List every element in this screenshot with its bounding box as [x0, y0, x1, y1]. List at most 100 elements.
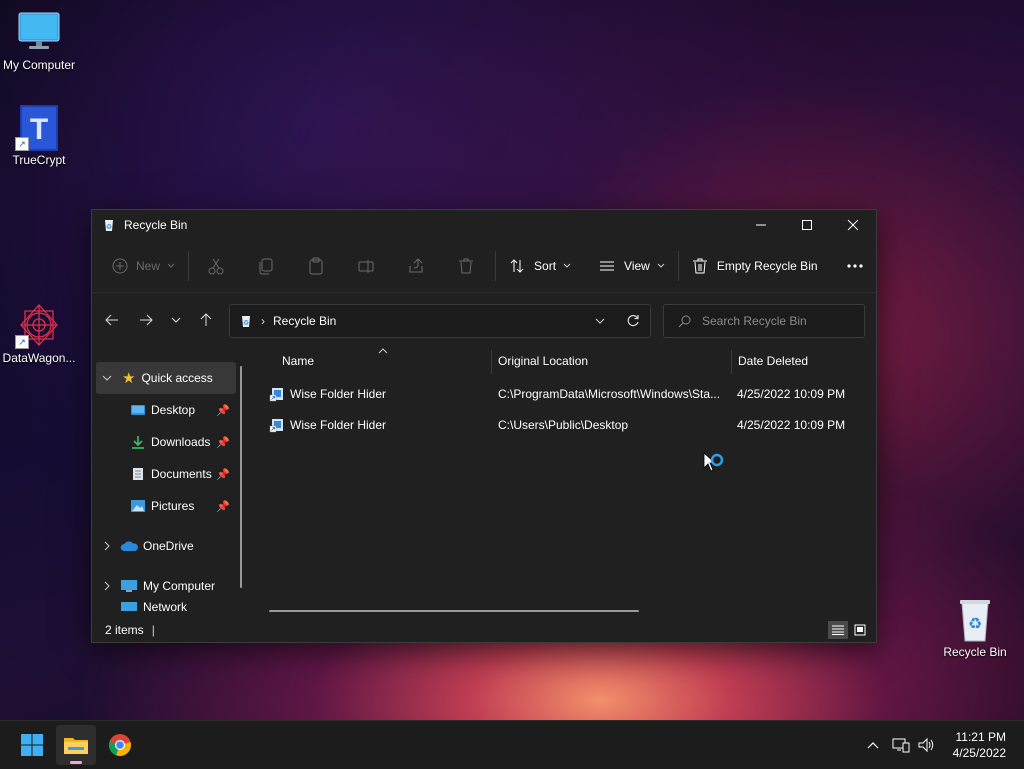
volume-tray-button[interactable]	[914, 721, 940, 769]
desktop-icon-label: TrueCrypt	[12, 153, 66, 167]
pin-icon[interactable]: 📌	[216, 468, 230, 481]
desktop-icon-my-computer[interactable]: My Computer	[0, 10, 81, 72]
maximize-button[interactable]	[784, 210, 830, 240]
new-label: New	[136, 259, 161, 273]
title-bar[interactable]: ♻ Recycle Bin	[92, 210, 876, 240]
tiles-view-icon	[854, 624, 866, 636]
column-divider[interactable]	[731, 350, 732, 374]
details-view-button[interactable]	[828, 621, 848, 639]
new-button[interactable]: New	[106, 250, 182, 282]
search-placeholder: Search Recycle Bin	[702, 314, 807, 328]
sidebar-item-label: OneDrive	[143, 539, 194, 553]
copy-button[interactable]	[251, 250, 281, 282]
clock-date: 4/25/2022	[952, 746, 1006, 760]
column-divider[interactable]	[491, 350, 492, 374]
up-button[interactable]	[190, 304, 222, 336]
desktop-icon-datawagon[interactable]: ↗ DataWagon...	[0, 303, 81, 365]
show-hidden-icons-button[interactable]	[860, 721, 886, 769]
sidebar-item-documents[interactable]: Documents 📌	[92, 458, 244, 490]
breadcrumb[interactable]: Recycle Bin	[273, 314, 336, 328]
arrow-left-icon	[105, 314, 118, 326]
chevron-down-icon	[657, 263, 665, 268]
close-button[interactable]	[830, 210, 876, 240]
speaker-icon	[918, 737, 934, 753]
file-list: Name Original Location Date Deleted Wise…	[252, 346, 872, 616]
minimize-button[interactable]	[738, 210, 784, 240]
back-button[interactable]	[96, 304, 128, 336]
sidebar-scrollbar[interactable]	[240, 366, 242, 588]
file-original-location: C:\Users\Public\Desktop	[498, 417, 629, 432]
column-header-name[interactable]: Name	[282, 354, 314, 368]
desktop-icon-truecrypt[interactable]: T ↗ TrueCrypt	[0, 105, 81, 167]
shortcut-arrow-icon: ↗	[15, 137, 29, 151]
rename-button[interactable]	[351, 250, 381, 282]
pin-icon[interactable]: 📌	[216, 404, 230, 417]
start-button[interactable]	[12, 725, 52, 765]
navigation-pane: ★ Quick access Desktop 📌 Downloads 📌 Doc…	[92, 362, 244, 620]
pin-icon[interactable]: 📌	[216, 500, 230, 513]
horizontal-scrollbar[interactable]	[269, 610, 639, 612]
rename-icon	[358, 260, 374, 273]
address-bar[interactable]: ♻ › Recycle Bin	[229, 304, 651, 338]
chrome-icon	[108, 734, 131, 757]
file-date-deleted: 4/25/2022 10:09 PM	[737, 417, 846, 432]
column-header-original-location[interactable]: Original Location	[498, 354, 588, 368]
network-tray-button[interactable]	[888, 721, 914, 769]
paste-icon	[309, 257, 323, 275]
table-row[interactable]: Wise Folder Hider C:\Users\Public\Deskto…	[252, 409, 872, 440]
cut-button[interactable]	[201, 250, 231, 282]
sort-button[interactable]: Sort	[502, 250, 578, 282]
more-icon	[846, 264, 863, 268]
svg-text:♻: ♻	[968, 614, 982, 633]
sidebar-item-my-computer[interactable]: My Computer	[92, 570, 244, 602]
sidebar-item-label: My Computer	[143, 579, 216, 593]
file-explorer-taskbar-button[interactable]	[56, 725, 96, 765]
refresh-icon[interactable]	[626, 314, 640, 328]
delete-button[interactable]	[451, 250, 481, 282]
divider	[495, 251, 497, 281]
chrome-taskbar-button[interactable]	[100, 725, 140, 765]
table-row[interactable]: Wise Folder Hider C:\ProgramData\Microso…	[252, 378, 872, 409]
folder-icon	[64, 738, 88, 754]
windows-logo-icon	[21, 734, 43, 756]
paste-button[interactable]	[301, 250, 331, 282]
truecrypt-icon: T ↗	[15, 105, 61, 151]
star-icon: ★	[122, 370, 136, 387]
sort-icon	[510, 259, 524, 273]
sidebar-item-network[interactable]: Network	[92, 602, 244, 614]
column-header-date-deleted[interactable]: Date Deleted	[738, 354, 808, 368]
file-explorer-window: ♻ Recycle Bin New Sort View Empty Recycl…	[91, 209, 877, 643]
sidebar-item-onedrive[interactable]: OneDrive	[92, 530, 244, 562]
more-options-button[interactable]	[840, 250, 870, 282]
recent-locations-button[interactable]	[162, 304, 190, 336]
share-button[interactable]	[401, 250, 431, 282]
chevron-right-icon[interactable]	[102, 581, 112, 591]
recycle-bin-icon: ♻	[242, 316, 250, 327]
chevron-down-icon[interactable]	[594, 315, 606, 327]
active-app-indicator	[70, 761, 82, 764]
sidebar-item-desktop[interactable]: Desktop 📌	[92, 394, 244, 426]
empty-recycle-bin-button[interactable]: Empty Recycle Bin	[685, 250, 824, 282]
forward-button[interactable]	[130, 304, 162, 336]
sidebar-item-downloads[interactable]: Downloads 📌	[92, 426, 244, 458]
chevron-right-icon[interactable]	[102, 541, 112, 551]
maximize-icon	[802, 220, 812, 230]
pictures-icon	[131, 500, 145, 512]
taskbar-clock[interactable]: 11:21 PM 4/25/2022	[953, 729, 1006, 761]
desktop-icon-recycle-bin[interactable]: ♻ Recycle Bin	[933, 597, 1017, 659]
empty-recycle-bin-label: Empty Recycle Bin	[716, 259, 818, 273]
search-box[interactable]: Search Recycle Bin	[663, 304, 865, 338]
arrow-up-icon	[200, 313, 212, 326]
download-icon	[132, 436, 144, 449]
sidebar-item-quick-access[interactable]: ★ Quick access	[96, 362, 236, 394]
window-title: Recycle Bin	[124, 218, 188, 232]
tiles-view-button[interactable]	[850, 621, 870, 639]
pin-icon[interactable]: 📌	[216, 436, 230, 449]
sidebar-item-label: Documents	[151, 467, 212, 481]
chevron-down-icon[interactable]	[102, 373, 112, 383]
arrow-right-icon	[140, 314, 153, 326]
busy-cursor-icon	[703, 452, 724, 472]
view-button[interactable]: View	[592, 250, 672, 282]
trash-icon	[459, 258, 474, 274]
sidebar-item-pictures[interactable]: Pictures 📌	[92, 490, 244, 522]
